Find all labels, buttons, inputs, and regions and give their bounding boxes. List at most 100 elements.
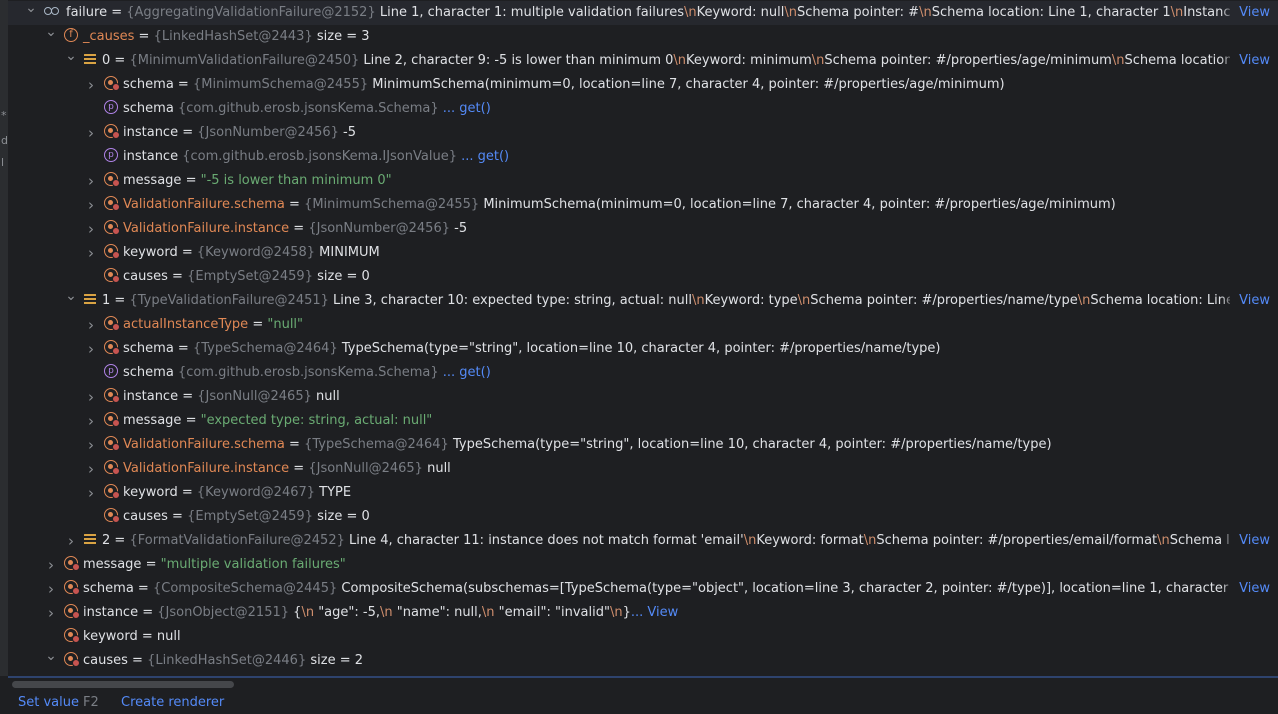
tree-row[interactable]: › schema = {TypeSchema@2464} TypeSchema(t…	[8, 337, 1278, 361]
field-icon	[104, 484, 120, 499]
debugger-variables-tree[interactable]: ⌄ failure = {AggregatingValidationFailure…	[8, 0, 1278, 676]
tree-row[interactable]: causes = {EmptySet@2459} size = 0	[8, 505, 1278, 529]
collapse-arrow-icon[interactable]: ⌄	[64, 289, 78, 303]
tree-row[interactable]: instance {com.github.erosb.jsonsKema.IJs…	[8, 145, 1278, 169]
variable-value: }	[622, 605, 631, 620]
tree-row[interactable]: › instance = {JsonNull@2465} null	[8, 385, 1278, 409]
variable-name: message	[123, 173, 182, 188]
tree-row[interactable]: causes = {EmptySet@2459} size = 0	[8, 265, 1278, 289]
tree-row[interactable]: › schema = {MinimumSchema@2455} MinimumSc…	[8, 73, 1278, 97]
expand-arrow-icon[interactable]: ›	[84, 385, 98, 409]
expand-arrow-icon[interactable]: ›	[44, 553, 58, 577]
expand-arrow-icon[interactable]: ›	[84, 169, 98, 193]
escape-sequence: \n	[1077, 293, 1091, 308]
tree-row[interactable]: ⌄ _causes = {LinkedHashSet@2443} size = 3	[8, 25, 1278, 49]
equals-sign: =	[141, 557, 161, 572]
tree-row[interactable]: › keyword = {Keyword@2467} TYPE	[8, 481, 1278, 505]
tree-row[interactable]: ⌄ 0 = {MinimumValidationFailure@2450} Lin…	[8, 49, 1278, 73]
gutter-mark: l	[1, 156, 5, 169]
horizontal-scrollbar[interactable]	[8, 676, 1278, 692]
tree-row[interactable]: › message = "expected type: string, actua…	[8, 409, 1278, 433]
variable-type: {Keyword@2467}	[196, 485, 320, 500]
variable-value: Line 3, character 10: expected type: str…	[333, 293, 692, 308]
view-link[interactable]: View	[1221, 577, 1278, 601]
expand-arrow-icon[interactable]: ›	[84, 193, 98, 217]
variable-name: instance	[83, 605, 139, 620]
field-icon	[104, 460, 120, 475]
tree-row[interactable]: › message = "multiple validation failures…	[8, 553, 1278, 577]
tree-row[interactable]: ⌄ failure = {AggregatingValidationFailure…	[8, 1, 1278, 25]
tree-row[interactable]: ⌄ 1 = {TypeValidationFailure@2451} Line 3…	[8, 289, 1278, 313]
variable-value: size = 0	[317, 269, 370, 284]
equals-sign: =	[110, 533, 130, 548]
collapse-arrow-icon[interactable]: ⌄	[24, 1, 38, 15]
tree-row-content: causes = {EmptySet@2459} size = 0	[104, 505, 1270, 529]
field-icon	[104, 172, 120, 187]
tree-row[interactable]: › schema = {CompositeSchema@2445} Composi…	[8, 577, 1278, 601]
expand-arrow-icon[interactable]: ›	[84, 337, 98, 361]
variable-type: {TypeValidationFailure@2451}	[129, 293, 334, 308]
collapse-arrow-icon[interactable]: ⌄	[64, 49, 78, 63]
inline-link[interactable]: ... get()	[443, 365, 491, 380]
variable-type: {com.github.erosb.jsonsKema.Schema}	[177, 101, 443, 116]
escape-sequence: \n	[811, 53, 825, 68]
expand-arrow-icon[interactable]: ›	[64, 529, 78, 553]
variable-value: TYPE	[319, 485, 352, 500]
tree-row-content: schema = {MinimumSchema@2455} MinimumSch…	[104, 73, 1270, 97]
expand-arrow-icon[interactable]: ›	[84, 241, 98, 265]
tree-row[interactable]: › 2 = {FormatValidationFailure@2452} Line…	[8, 529, 1278, 553]
inline-link[interactable]: ... get()	[443, 101, 491, 116]
equals-sign: =	[134, 29, 154, 44]
expand-arrow-icon[interactable]: ›	[84, 433, 98, 457]
variable-type: {Keyword@2458}	[196, 245, 320, 260]
create-renderer-link[interactable]: Create renderer	[121, 692, 224, 714]
inline-link[interactable]: ... View	[631, 605, 678, 620]
expand-arrow-icon[interactable]: ›	[44, 601, 58, 625]
array-element-icon	[84, 533, 96, 546]
expand-arrow-icon[interactable]: ›	[84, 121, 98, 145]
tree-row[interactable]: › ValidationFailure.instance = {JsonNull@…	[8, 457, 1278, 481]
escape-sequence: \n	[301, 605, 315, 620]
field-icon	[64, 556, 80, 571]
tree-row[interactable]: › keyword = {Keyword@2458} MINIMUM	[8, 241, 1278, 265]
expand-arrow-icon[interactable]: ›	[84, 73, 98, 97]
view-link[interactable]: View	[1221, 529, 1278, 553]
collapse-arrow-icon[interactable]: ⌄	[44, 25, 58, 39]
tree-row[interactable]: › ValidationFailure.instance = {JsonNumbe…	[8, 217, 1278, 241]
equals-sign: =	[284, 437, 305, 452]
variable-value: -5	[454, 221, 468, 236]
tree-row[interactable]: › instance = {JsonNumber@2456} -5	[8, 121, 1278, 145]
tree-row[interactable]: ⌄ causes = {LinkedHashSet@2446} size = 2	[8, 649, 1278, 673]
escape-sequence: \n	[379, 605, 393, 620]
variable-value: Schema pointer: #	[796, 5, 920, 20]
expand-arrow-icon[interactable]: ›	[84, 457, 98, 481]
equals-sign: =	[110, 293, 130, 308]
variable-name: schema	[123, 341, 174, 356]
tree-row[interactable]: › ValidationFailure.schema = {TypeSchema@…	[8, 433, 1278, 457]
expand-arrow-icon[interactable]: ›	[84, 313, 98, 337]
expand-arrow-icon[interactable]: ›	[84, 481, 98, 505]
variable-value: Schema location: Line 7, character 4	[1124, 53, 1230, 68]
tree-row[interactable]: schema {com.github.erosb.jsonsKema.Schem…	[8, 361, 1278, 385]
view-link[interactable]: View	[1221, 289, 1278, 313]
variable-name: ValidationFailure.schema	[123, 197, 285, 212]
tree-row[interactable]: › instance = {JsonObject@2151} {\n "age":…	[8, 601, 1278, 625]
view-link[interactable]: View	[1221, 1, 1278, 25]
view-link[interactable]: View	[1221, 49, 1278, 73]
tree-row[interactable]: keyword = null	[8, 625, 1278, 649]
expand-arrow-icon[interactable]: ›	[84, 217, 98, 241]
scrollbar-thumb[interactable]	[12, 681, 234, 688]
expand-arrow-icon[interactable]: ›	[84, 409, 98, 433]
collapse-arrow-icon[interactable]: ⌄	[44, 649, 58, 663]
tree-row[interactable]: › message = "-5 is lower than minimum 0"	[8, 169, 1278, 193]
variable-name: failure	[66, 5, 108, 20]
tree-row-content: schema = {TypeSchema@2464} TypeSchema(ty…	[104, 337, 1270, 361]
tree-row[interactable]: › ValidationFailure.schema = {MinimumSche…	[8, 193, 1278, 217]
tree-row-content: instance {com.github.erosb.jsonsKema.IJs…	[104, 145, 1270, 169]
inline-link[interactable]: ... get()	[461, 149, 509, 164]
array-element-icon	[84, 53, 96, 66]
expand-arrow-icon[interactable]: ›	[44, 577, 58, 601]
tree-row[interactable]: schema {com.github.erosb.jsonsKema.Schem…	[8, 97, 1278, 121]
set-value-link[interactable]: Set value	[18, 692, 79, 714]
tree-row[interactable]: › actualInstanceType = "null"	[8, 313, 1278, 337]
